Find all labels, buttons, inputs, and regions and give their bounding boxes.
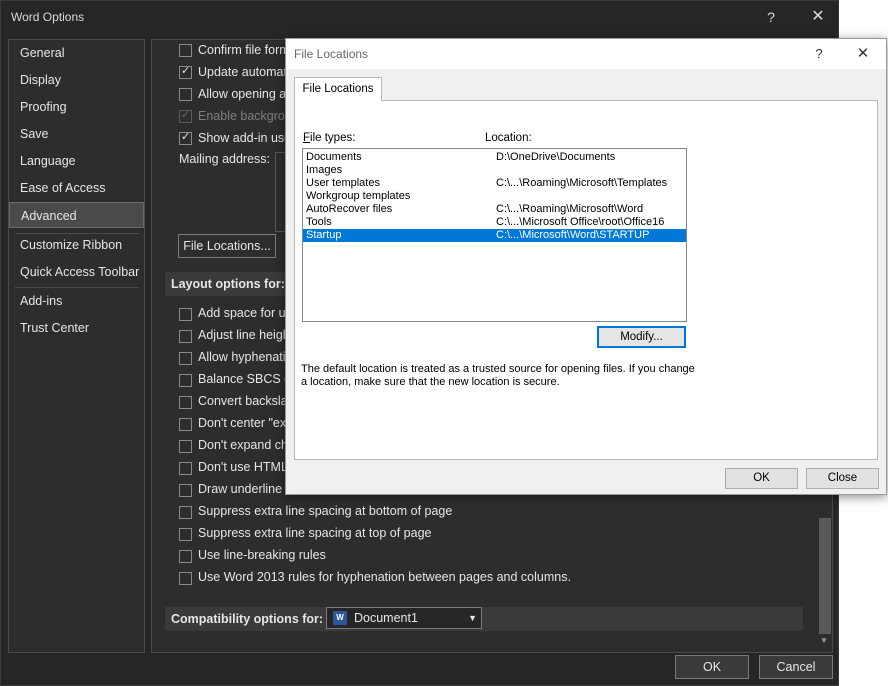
file-type: Images (306, 164, 343, 176)
option-label: Update automati (198, 65, 290, 79)
checkbox[interactable] (179, 484, 192, 497)
nav-item-customize-ribbon[interactable]: Customize Ribbon (9, 232, 144, 258)
word-document-icon: W (333, 611, 347, 625)
scrollbar-thumb[interactable] (819, 518, 831, 634)
nav-item-add-ins[interactable]: Add-ins (9, 288, 144, 314)
file-locations-list[interactable]: Documents D:\OneDrive\Documents Images U… (302, 148, 687, 322)
list-item[interactable]: Tools C:\...\Microsoft Office\root\Offic… (303, 216, 686, 229)
file-type: User templates (306, 177, 380, 189)
help-icon[interactable]: ? (757, 5, 785, 29)
file-type: Documents (306, 151, 362, 163)
option-label: Convert backslas (198, 394, 294, 408)
option-label: Suppress extra line spacing at bottom of… (198, 504, 453, 518)
checkbox[interactable] (179, 528, 192, 541)
checkbox[interactable] (179, 418, 192, 431)
checkbox[interactable] (179, 550, 192, 563)
dialog-title: Word Options (11, 10, 85, 24)
list-item[interactable]: AutoRecover files C:\...\Roaming\Microso… (303, 203, 686, 216)
list-item[interactable]: Documents D:\OneDrive\Documents (303, 151, 686, 164)
option-label: Use line-breaking rules (198, 548, 326, 562)
checkbox[interactable] (179, 330, 192, 343)
checkbox[interactable] (179, 572, 192, 585)
nav-item-advanced[interactable]: Advanced (9, 202, 144, 228)
option-label: Adjust line heigh (198, 328, 290, 342)
close-icon[interactable]: ✕ (804, 5, 832, 29)
nav-item-proofing[interactable]: Proofing (9, 94, 144, 120)
nav-item-language[interactable]: Language (9, 148, 144, 174)
tab-file-locations[interactable]: File Locations (294, 77, 382, 101)
nav-item-save[interactable]: Save (9, 121, 144, 147)
dialog-title: File Locations (294, 47, 369, 61)
option-label: Enable backgrou (198, 109, 292, 123)
nav-item-display[interactable]: Display (9, 67, 144, 93)
list-item-selected[interactable]: Startup C:\...\Microsoft\Word\STARTUP (303, 229, 686, 242)
compatibility-options-header: Compatibility options for: (165, 607, 803, 631)
file-location: C:\...\Roaming\Microsoft\Word (496, 203, 644, 215)
scroll-down-arrow-icon[interactable]: ▼ (820, 636, 828, 645)
ok-button[interactable]: OK (725, 468, 798, 489)
checkbox[interactable] (179, 130, 192, 145)
option-label: Don't expand cha (198, 438, 295, 452)
file-type: Workgroup templates (306, 190, 411, 202)
list-item[interactable]: Images (303, 164, 686, 177)
help-icon[interactable]: ? (806, 43, 832, 65)
option-label: Add space for ur (198, 306, 290, 320)
file-location: C:\...\Roaming\Microsoft\Templates (496, 177, 668, 189)
checkbox[interactable] (179, 64, 192, 79)
nav-item-trust-center[interactable]: Trust Center (9, 315, 144, 341)
close-button[interactable]: Close (806, 468, 879, 489)
trusted-location-note: The default location is treated as a tru… (301, 363, 695, 388)
options-nav: General Display Proofing Save Language E… (8, 39, 145, 653)
cancel-button[interactable]: Cancel (759, 655, 833, 679)
file-types-label: File types: (303, 132, 356, 144)
option-label: Draw underline o (198, 482, 293, 496)
checkbox[interactable] (179, 308, 192, 321)
checkbox[interactable] (179, 440, 192, 453)
chevron-down-icon: ▼ (468, 613, 477, 623)
file-location: D:\OneDrive\Documents (496, 151, 616, 163)
option-label: Don't use HTML (198, 460, 288, 474)
file-type: Startup (306, 229, 342, 241)
close-icon[interactable]: ✕ (850, 43, 876, 65)
checkbox[interactable] (179, 88, 192, 101)
word-options-titlebar: Word Options ? ✕ (1, 1, 838, 33)
list-item[interactable]: Workgroup templates (303, 190, 686, 203)
option-label: Confirm file form (198, 43, 290, 57)
checkbox[interactable] (179, 396, 192, 409)
option-label: Allow hyphenatio (198, 350, 293, 364)
checkbox (179, 108, 192, 123)
compatibility-document-select[interactable]: W Document1 ▼ (326, 607, 482, 629)
checkbox[interactable] (179, 44, 192, 57)
nav-item-quick-access-toolbar[interactable]: Quick Access Toolbar (9, 259, 144, 285)
option-label: Don't center "exa (198, 416, 294, 430)
file-type: Tools (306, 216, 332, 228)
compatibility-options-label: Compatibility options for: (171, 612, 324, 626)
nav-item-ease-of-access[interactable]: Ease of Access (9, 175, 144, 201)
file-type: AutoRecover files (306, 203, 393, 215)
checkbox[interactable] (179, 374, 192, 387)
mailing-address-label: Mailing address: (179, 152, 271, 166)
option-label: Allow opening a (198, 87, 287, 101)
checkbox[interactable] (179, 506, 192, 519)
nav-item-general[interactable]: General (9, 40, 144, 66)
checkbox[interactable] (179, 352, 192, 365)
ok-button[interactable]: OK (675, 655, 749, 679)
option-label: Use Word 2013 rules for hyphenation betw… (198, 570, 571, 584)
option-label: Suppress extra line spacing at top of pa… (198, 526, 432, 540)
file-locations-button[interactable]: File Locations... (178, 234, 276, 258)
location-label: Location: (485, 132, 532, 144)
option-label: Show add-in use (198, 131, 292, 145)
layout-options-label: Layout options for: (171, 277, 285, 291)
file-locations-tab-panel: File types: Location: Documents D:\OneDr… (294, 100, 878, 460)
file-locations-dialog: File Locations ? ✕ File Locations File t… (285, 38, 887, 495)
list-item[interactable]: User templates C:\...\Roaming\Microsoft\… (303, 177, 686, 190)
compat-selected-value: Document1 (354, 611, 418, 625)
file-location: C:\...\Microsoft\Word\STARTUP (496, 229, 650, 241)
file-location: C:\...\Microsoft Office\root\Office16 (496, 216, 665, 228)
file-locations-titlebar: File Locations ? ✕ (286, 39, 886, 69)
modify-button[interactable]: Modify... (597, 326, 686, 348)
checkbox[interactable] (179, 462, 192, 475)
